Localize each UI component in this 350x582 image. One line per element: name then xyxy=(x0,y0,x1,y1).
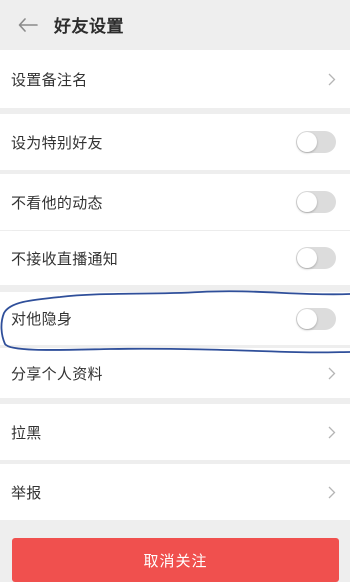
share-profile-label: 分享个人资料 xyxy=(11,364,103,383)
report-label: 举报 xyxy=(11,483,42,502)
live-notification-label: 不接收直播通知 xyxy=(11,249,119,268)
chevron-right-icon xyxy=(326,485,338,499)
report-row[interactable]: 举报 xyxy=(0,464,350,520)
chevron-right-icon xyxy=(326,366,338,380)
live-notification-toggle[interactable] xyxy=(296,247,336,269)
toggle-knob xyxy=(297,192,317,212)
hide-updates-row: 不看他的动态 xyxy=(0,174,350,230)
back-button[interactable] xyxy=(16,13,40,37)
live-notification-row: 不接收直播通知 xyxy=(0,231,350,285)
special-friend-row: 设为特别好友 xyxy=(0,114,350,170)
toggle-knob xyxy=(297,308,317,329)
hide-updates-label: 不看他的动态 xyxy=(11,193,103,212)
chevron-right-icon xyxy=(326,425,338,439)
block-row[interactable]: 拉黑 xyxy=(0,404,350,460)
toggle-knob xyxy=(297,248,317,268)
set-remark-row[interactable]: 设置备注名 xyxy=(0,50,350,108)
invisible-row: 对他隐身 xyxy=(0,292,350,345)
unfollow-button[interactable]: 取消关注 xyxy=(12,538,339,582)
block-label: 拉黑 xyxy=(11,423,42,442)
page-title: 好友设置 xyxy=(54,17,124,37)
special-friend-toggle[interactable] xyxy=(296,131,336,153)
header-bar: 好友设置 xyxy=(0,0,350,49)
share-profile-row[interactable]: 分享个人资料 xyxy=(0,348,350,398)
invisible-toggle[interactable] xyxy=(296,307,336,330)
chevron-right-icon xyxy=(326,72,338,86)
arrow-left-icon xyxy=(18,17,38,32)
toggle-knob xyxy=(297,132,317,152)
hide-updates-toggle[interactable] xyxy=(296,191,336,213)
special-friend-label: 设为特别好友 xyxy=(11,133,103,152)
invisible-label: 对他隐身 xyxy=(11,310,73,328)
set-remark-label: 设置备注名 xyxy=(11,70,88,89)
